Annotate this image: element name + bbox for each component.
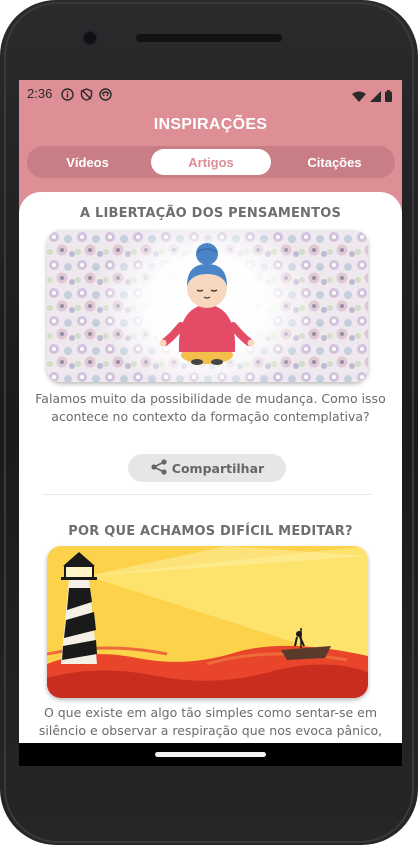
front-camera [84, 32, 96, 44]
signal-icon [370, 87, 381, 106]
info-icon [61, 86, 74, 101]
article-title: POR QUE ACHAMOS DIFÍCIL MEDITAR? [68, 524, 353, 539]
status-icons-left [61, 86, 112, 101]
lighthouse-boat-illustration[interactable] [47, 546, 368, 698]
tab-artigos[interactable]: Artigos [151, 149, 271, 175]
home-handle[interactable] [155, 752, 266, 757]
tab-bar: Vídeos Artigos Citações [27, 146, 395, 178]
article-title: A LIBERTAÇÃO DOS PENSAMENTOS [79, 206, 342, 221]
status-icons-right [352, 87, 392, 106]
article-description: Falamos muito da possibilidade de mudanç… [35, 391, 386, 424]
share-button[interactable]: Compartilhar [128, 454, 286, 482]
share-icon [150, 458, 168, 478]
earpiece-speaker [136, 34, 282, 42]
system-navigation-bar [19, 743, 402, 766]
shield-icon [80, 86, 93, 101]
article-description: O que existe em algo tão simples como se… [38, 705, 383, 738]
tab-citacoes[interactable]: Citações [277, 149, 392, 175]
tab-videos[interactable]: Vídeos [30, 149, 145, 175]
meditating-woman-illustration[interactable] [47, 230, 368, 382]
status-bar: 2:36 [19, 80, 402, 106]
articles-list: A LIBERTAÇÃO DOS PENSAMENTOS Falamos mui… [19, 192, 402, 766]
page-title: INSPIRAÇÕES [153, 116, 268, 133]
article-card[interactable]: POR QUE ACHAMOS DIFÍCIL MEDITAR? O que e… [19, 524, 402, 766]
article-card[interactable]: A LIBERTAÇÃO DOS PENSAMENTOS Falamos mui… [19, 206, 402, 506]
face-icon [99, 86, 112, 101]
status-time: 2:36 [27, 86, 53, 101]
app-screen: 2:36 INSPIRAÇÕES Vídeos Artigos Citações… [19, 80, 402, 766]
battery-icon [385, 87, 392, 106]
divider [43, 494, 372, 495]
wifi-icon [352, 87, 366, 106]
share-label: Compartilhar [171, 460, 265, 476]
